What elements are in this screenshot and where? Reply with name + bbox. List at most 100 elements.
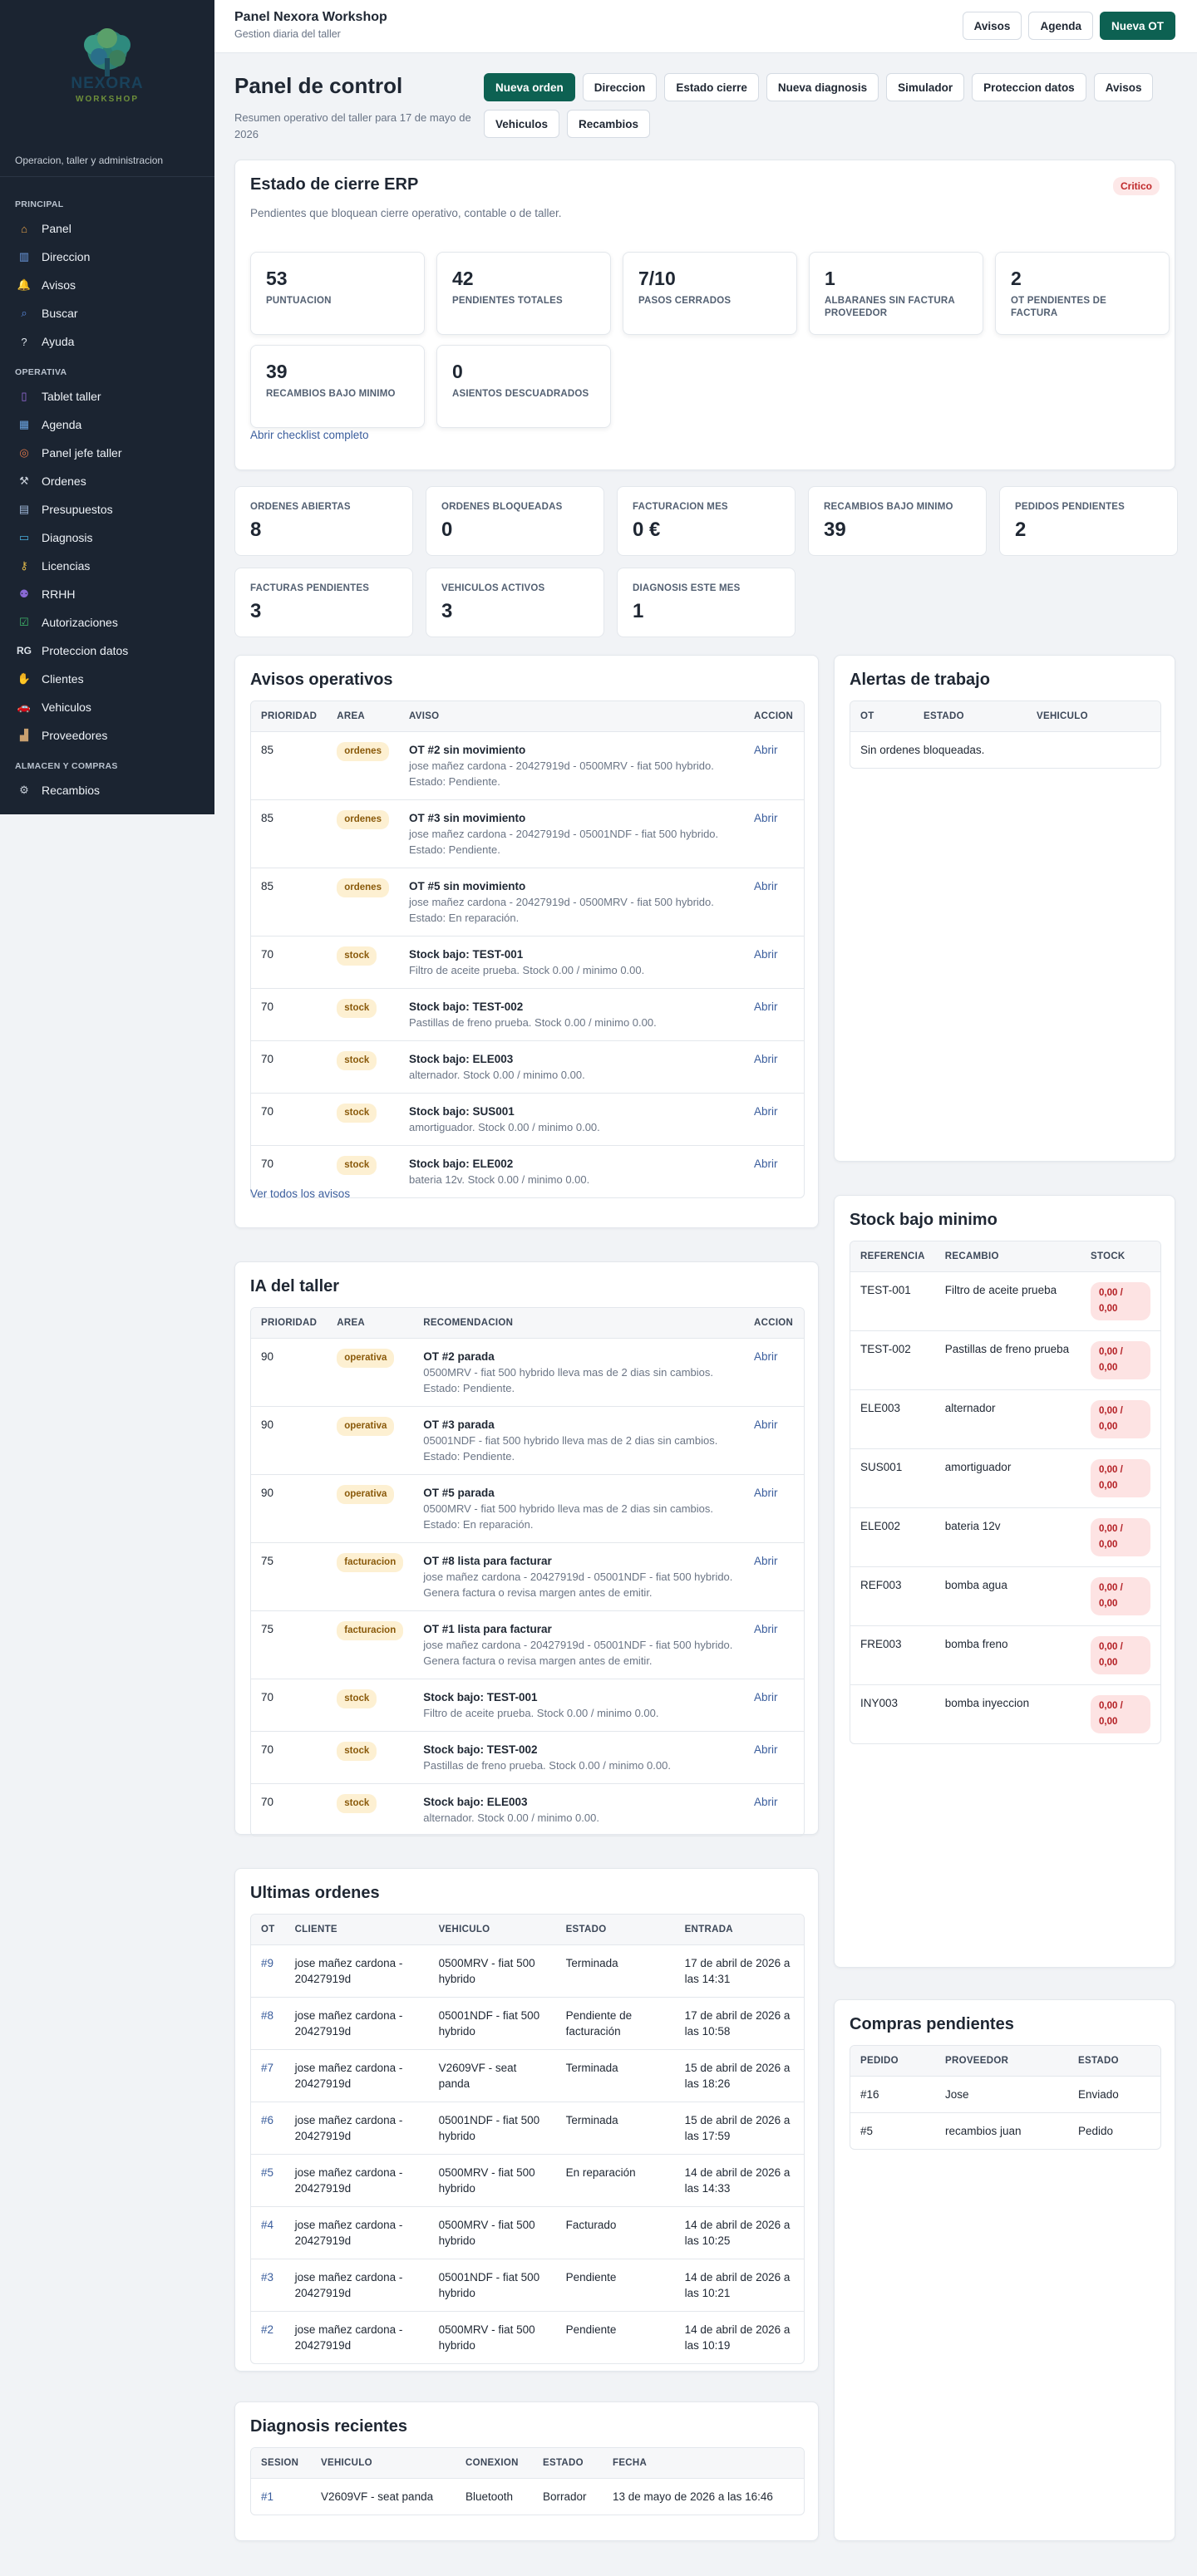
sidebar-item-direccion[interactable]: ▥ Direccion xyxy=(0,243,214,271)
erp-title: Estado de cierre ERP xyxy=(250,175,419,194)
abrir-link[interactable]: Abrir xyxy=(754,1053,778,1065)
agenda-button[interactable]: Agenda xyxy=(1028,12,1093,40)
abrir-link[interactable]: Abrir xyxy=(754,1350,778,1363)
ver-avisos-link[interactable]: Ver todos los avisos xyxy=(250,1187,350,1200)
message-cell: Stock bajo: TEST-002 Pastillas de freno p… xyxy=(398,988,744,1041)
table-row[interactable]: #3 jose mañez cardona - 20427919d 05001NDF… xyxy=(251,2259,804,2312)
table-row[interactable]: 70 stock Stock bajo: SUS001 amortiguador. S… xyxy=(251,1093,804,1146)
ot-link[interactable]: #5 xyxy=(261,2166,273,2179)
ot-link[interactable]: #8 xyxy=(261,2009,273,2022)
ot-link[interactable]: #3 xyxy=(261,2271,273,2283)
table-row[interactable]: 70 stock Stock bajo: ELE003 alternador. Sto… xyxy=(251,1783,804,1836)
table-row[interactable]: 90 operativa OT #5 parada 0500MRV - fiat 50… xyxy=(251,1474,804,1543)
abrir-link[interactable]: Abrir xyxy=(754,1418,778,1431)
abrir-link[interactable]: Abrir xyxy=(754,1743,778,1756)
sidebar-item-label: Vehiculos xyxy=(42,701,91,714)
table-row[interactable]: 85 ordenes OT #2 sin movimiento jose mañez … xyxy=(251,731,804,800)
target-icon: ◎ xyxy=(19,446,29,459)
proteccion-datos-button[interactable]: Proteccion datos xyxy=(972,73,1086,101)
table-row[interactable]: 75 facturacion OT #1 lista para facturar jo… xyxy=(251,1610,804,1679)
recambios-button[interactable]: Recambios xyxy=(567,110,651,138)
sidebar-item-avisos[interactable]: 🔔 Avisos xyxy=(0,271,214,299)
ot-link[interactable]: #9 xyxy=(261,1957,273,1969)
sidebar-item-vehiculos[interactable]: 🚗 Vehiculos xyxy=(0,693,214,721)
abrir-link[interactable]: Abrir xyxy=(754,744,778,756)
table-row[interactable]: #16 Jose Enviado xyxy=(850,2076,1160,2113)
nueva-diagnosis-button[interactable]: Nueva diagnosis xyxy=(766,73,879,101)
abrir-link[interactable]: Abrir xyxy=(754,1623,778,1635)
abrir-link[interactable]: Abrir xyxy=(754,1158,778,1170)
table-row[interactable]: #5 jose mañez cardona - 20427919d 0500MRV … xyxy=(251,2154,804,2207)
abrir-link[interactable]: Abrir xyxy=(754,1691,778,1703)
table-row[interactable]: 70 stock Stock bajo: ELE003 alternador. Sto… xyxy=(251,1040,804,1094)
avisos-page-button[interactable]: Avisos xyxy=(1093,73,1154,101)
ot-link[interactable]: #6 xyxy=(261,2114,273,2126)
table-row[interactable]: REF003 bomba agua 0,00 / 0,00 xyxy=(850,1566,1160,1626)
table-row[interactable]: #7 jose mañez cardona - 20427919d V2609VF … xyxy=(251,2049,804,2102)
sidebar-item-licencias[interactable]: ⚷ Licencias xyxy=(0,552,214,580)
abrir-link[interactable]: Abrir xyxy=(754,1796,778,1808)
checklist-link[interactable]: Abrir checklist completo xyxy=(250,429,369,441)
table-row[interactable]: 85 ordenes OT #5 sin movimiento jose mañez … xyxy=(251,868,804,937)
direccion-button[interactable]: Direccion xyxy=(582,73,658,101)
table-row[interactable]: 70 stock Stock bajo: TEST-002 Pastillas de … xyxy=(251,1731,804,1784)
table-row[interactable]: TEST-002 Pastillas de freno prueba 0,00 / … xyxy=(850,1330,1160,1390)
sidebar-item-clientes[interactable]: ✋ Clientes xyxy=(0,665,214,693)
table-row[interactable]: ELE003 alternador 0,00 / 0,00 xyxy=(850,1389,1160,1449)
ot-link[interactable]: #2 xyxy=(261,2323,273,2336)
nueva-orden-button[interactable]: Nueva orden xyxy=(484,73,575,101)
table-row[interactable]: #5 recambios juan Pedido xyxy=(850,2112,1160,2149)
table-row[interactable]: TEST-001 Filtro de aceite prueba 0,00 / 0,… xyxy=(850,1271,1160,1331)
abrir-link[interactable]: Abrir xyxy=(754,812,778,824)
sidebar-item-diagnosis[interactable]: ▭ Diagnosis xyxy=(0,524,214,552)
area-cell: ordenes xyxy=(327,799,399,868)
abrir-link[interactable]: Abrir xyxy=(754,948,778,961)
table-row[interactable]: #9 jose mañez cardona - 20427919d 0500MRV … xyxy=(251,1944,804,1998)
sidebar-item-presupuestos[interactable]: ▤ Presupuestos xyxy=(0,495,214,524)
brand-logo[interactable]: NEXORA WORKSHOP xyxy=(57,27,157,120)
table-row[interactable]: 75 facturacion OT #8 lista para facturar jo… xyxy=(251,1542,804,1611)
table-row[interactable]: #8 jose mañez cardona - 20427919d 05001NDF… xyxy=(251,1997,804,2050)
table-row[interactable]: 90 operativa OT #2 parada 0500MRV - fiat 50… xyxy=(251,1338,804,1407)
ot-link[interactable]: #4 xyxy=(261,2219,273,2231)
table-row[interactable]: INY003 bomba inyeccion 0,00 / 0,00 xyxy=(850,1684,1160,1743)
abrir-link[interactable]: Abrir xyxy=(754,1000,778,1013)
abrir-link[interactable]: Abrir xyxy=(754,880,778,892)
sidebar-item-ayuda[interactable]: ? Ayuda xyxy=(0,327,214,356)
avisos-button[interactable]: Avisos xyxy=(962,12,1022,40)
table-row[interactable]: #6 jose mañez cardona - 20427919d 05001NDF… xyxy=(251,2102,804,2155)
sidebar-item-agenda[interactable]: ▦ Agenda xyxy=(0,410,214,439)
table-row[interactable]: SUS001 amortiguador 0,00 / 0,00 xyxy=(850,1448,1160,1508)
nueva-ot-button[interactable]: Nueva OT xyxy=(1099,12,1175,40)
area-cell: operativa xyxy=(327,1338,414,1407)
vehiculos-button[interactable]: Vehiculos xyxy=(484,110,560,138)
sidebar-item-rrhh[interactable]: ⚉ RRHH xyxy=(0,580,214,608)
table-row[interactable]: 70 stock Stock bajo: TEST-001 Filtro de ace… xyxy=(251,1679,804,1732)
ot-link[interactable]: #7 xyxy=(261,2062,273,2074)
entrada-cell: 14 de abril de 2026 a las 14:33 xyxy=(674,2154,804,2207)
abrir-link[interactable]: Abrir xyxy=(754,1555,778,1567)
sidebar-item-recambios[interactable]: ⚙ Recambios xyxy=(0,776,214,804)
sesion-link[interactable]: #1 xyxy=(261,2490,273,2503)
sidebar-item-panel[interactable]: ⌂ Panel xyxy=(0,214,214,243)
abrir-link[interactable]: Abrir xyxy=(754,1105,778,1118)
sidebar-item-panel-jefe-taller[interactable]: ◎ Panel jefe taller xyxy=(0,439,214,467)
simulador-button[interactable]: Simulador xyxy=(886,73,965,101)
estado-cierre-button[interactable]: Estado cierre xyxy=(664,73,759,101)
sidebar-item-buscar[interactable]: ⌕ Buscar xyxy=(0,299,214,327)
sidebar-item-tablet-taller[interactable]: ▯ Tablet taller xyxy=(0,382,214,410)
table-row[interactable]: FRE003 bomba freno 0,00 / 0,00 xyxy=(850,1625,1160,1685)
sidebar-item-ordenes[interactable]: ⚒ Ordenes xyxy=(0,467,214,495)
table-row[interactable]: #2 jose mañez cardona - 20427919d 0500MRV … xyxy=(251,2311,804,2363)
table-row[interactable]: 90 operativa OT #3 parada 05001NDF - fiat 5… xyxy=(251,1406,804,1475)
table-row[interactable]: 70 stock Stock bajo: TEST-002 Pastillas de … xyxy=(251,988,804,1041)
table-row[interactable]: ELE002 bateria 12v 0,00 / 0,00 xyxy=(850,1507,1160,1567)
table-row[interactable]: #4 jose mañez cardona - 20427919d 0500MRV … xyxy=(251,2206,804,2259)
sidebar-item-proteccion-datos[interactable]: RG Proteccion datos xyxy=(0,637,214,665)
abrir-link[interactable]: Abrir xyxy=(754,1487,778,1499)
table-row[interactable]: 85 ordenes OT #3 sin movimiento jose mañez … xyxy=(251,799,804,868)
sidebar-item-autorizaciones[interactable]: ☑ Autorizaciones xyxy=(0,608,214,637)
sidebar-item-proveedores[interactable]: ▟ Proveedores xyxy=(0,721,214,750)
table-row[interactable]: 70 stock Stock bajo: TEST-001 Filtro de ace… xyxy=(251,936,804,989)
table-row[interactable]: #1 V2609VF - seat panda Bluetooth Borrador 1… xyxy=(251,2478,804,2515)
